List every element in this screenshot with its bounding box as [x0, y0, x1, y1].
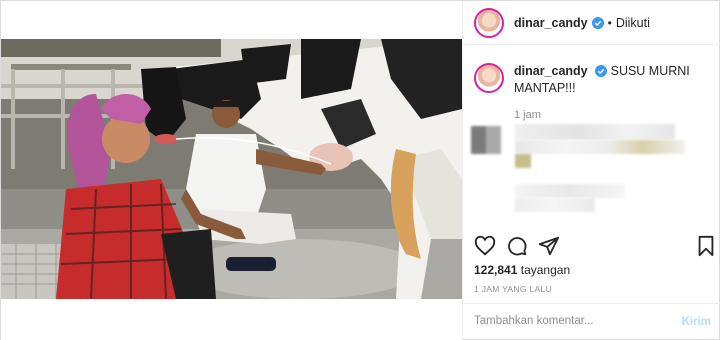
verified-badge-icon — [591, 16, 604, 29]
blurred-avatar — [471, 126, 501, 154]
bookmark-icon[interactable] — [696, 235, 716, 257]
instagram-post: dinar_candy • Diikuti dinar_candy SUSU M… — [0, 0, 720, 340]
verified-badge-icon — [595, 65, 608, 77]
post-timestamp[interactable]: 1 JAM YANG LALU — [474, 284, 552, 294]
heart-icon[interactable] — [474, 235, 496, 257]
avatar[interactable] — [474, 7, 504, 38]
caption-username[interactable]: dinar_candy — [514, 64, 588, 78]
post-header: dinar_candy • Diikuti — [463, 1, 720, 45]
blurred-text-line — [515, 124, 675, 140]
view-count-number: 122,841 — [474, 263, 518, 277]
caption-text: dinar_candy SUSU MURNI MANTAP!!! — [514, 63, 704, 97]
caption-avatar[interactable] — [474, 63, 504, 93]
post-sidebar: dinar_candy • Diikuti dinar_candy SUSU M… — [462, 1, 720, 340]
action-bar — [474, 235, 714, 261]
header-username[interactable]: dinar_candy — [514, 16, 588, 30]
follow-status-button[interactable]: Diikuti — [616, 16, 650, 30]
blurred-text-line — [515, 184, 625, 198]
blurred-text-line — [515, 140, 685, 154]
comment-bar: Kirim — [463, 303, 720, 340]
caption-time: 1 jam — [514, 109, 541, 121]
separator-dot: • — [607, 15, 612, 30]
caption: dinar_candy SUSU MURNI MANTAP!!! — [474, 63, 714, 97]
blurred-swatch — [515, 154, 531, 168]
send-comment-button[interactable]: Kirim — [682, 316, 711, 328]
video-frame[interactable] — [1, 39, 462, 299]
view-count[interactable]: 122,841 tayangan — [474, 263, 570, 277]
post-media[interactable] — [1, 1, 462, 340]
blurred-text-line — [515, 198, 595, 212]
paper-plane-icon[interactable] — [538, 235, 560, 257]
comment-icon[interactable] — [506, 235, 528, 257]
view-count-label: tayangan — [520, 263, 571, 277]
comment-input[interactable] — [474, 315, 664, 327]
